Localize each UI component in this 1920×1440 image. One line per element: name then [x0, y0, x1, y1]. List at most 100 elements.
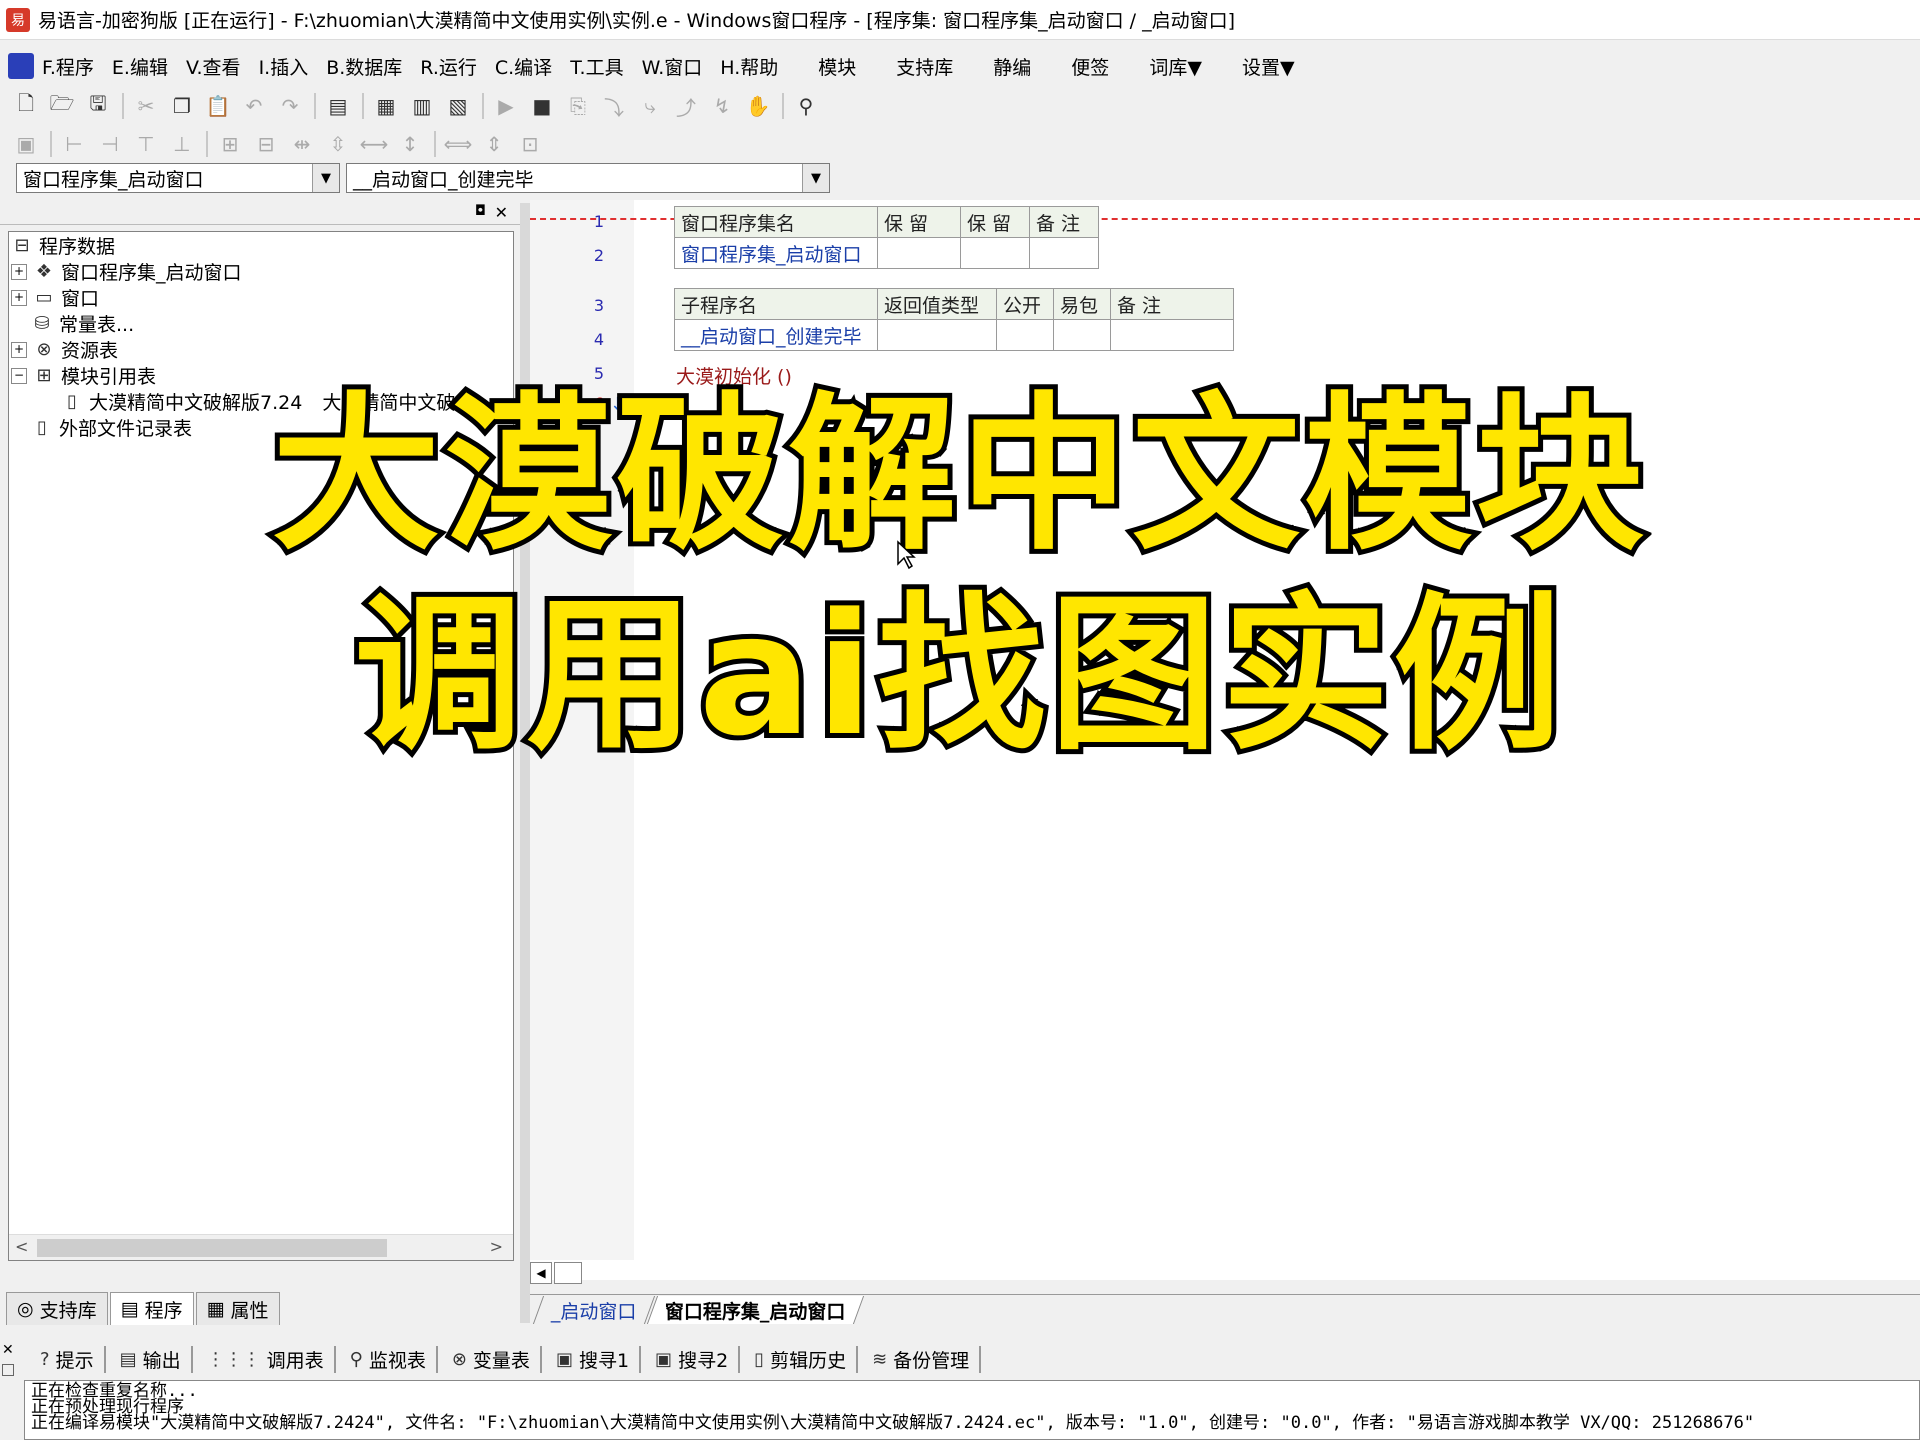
tab-variables[interactable]: ⊗ 变量表 [452, 1345, 542, 1373]
menu-settings[interactable]: 设置▼ [1240, 49, 1297, 84]
space-v-icon[interactable]: ↕ [396, 130, 424, 158]
save-icon[interactable]: 🖫 [84, 91, 112, 120]
scrollbar-thumb[interactable] [554, 1262, 582, 1284]
constants-icon: ⛁ [34, 313, 50, 334]
tree-item-constants[interactable]: ⛁ 常量表... [31, 310, 134, 337]
menu-static[interactable]: 静编 [991, 49, 1033, 84]
table-cell[interactable] [960, 237, 1030, 269]
menu-database[interactable]: B.数据库 [324, 49, 404, 84]
tab-output[interactable]: ▤ 输出 [120, 1345, 193, 1373]
undo-icon[interactable]: ↶ [240, 92, 268, 120]
paste-icon[interactable]: 📋 [204, 92, 232, 120]
tree-item-window[interactable]: + ▭ 窗口 [11, 284, 99, 311]
menu-program[interactable]: F.程序 [40, 49, 96, 84]
table-cell[interactable] [996, 319, 1054, 351]
tree-root[interactable]: ⊟ 程序数据 [11, 232, 115, 259]
layout-1-icon[interactable]: ▦ [372, 92, 400, 120]
tab-watch[interactable]: ⚲ 监视表 [350, 1345, 438, 1373]
table-row[interactable]: 窗口程序集_启动窗口 [674, 237, 1099, 269]
scrollbar-thumb[interactable] [37, 1239, 387, 1257]
align-right-icon[interactable]: ⊣ [96, 130, 124, 158]
center-v-icon[interactable]: ⊟ [252, 130, 280, 158]
binoculars-icon[interactable]: ⚲ [792, 92, 820, 120]
expand-icon[interactable]: + [11, 263, 27, 280]
step-out-icon[interactable]: ⤴ [672, 92, 700, 120]
run-icon[interactable]: ▶ [492, 92, 520, 120]
table-cell[interactable] [877, 319, 997, 351]
cut-icon[interactable]: ✂ [132, 92, 160, 120]
tree-item-resources[interactable]: + ⊗ 资源表 [11, 336, 118, 363]
pin-icon[interactable]: ◘ [475, 203, 486, 219]
assembly-select[interactable]: 窗口程序集_启动窗口 ▼ [16, 163, 340, 193]
menu-compile[interactable]: C.编译 [493, 49, 554, 84]
tab-search-2[interactable]: ▣ 搜寻2 [655, 1345, 741, 1373]
menu-run[interactable]: R.运行 [418, 49, 479, 84]
table-cell[interactable] [877, 237, 961, 269]
chevron-down-icon[interactable]: ▼ [802, 164, 829, 192]
expand-icon[interactable]: + [11, 289, 27, 306]
horizontal-scrollbar[interactable]: < > [9, 1234, 513, 1260]
app-icon: 易 [6, 7, 30, 32]
copy-icon[interactable]: ❐ [168, 92, 196, 120]
align-left-icon[interactable]: ⊢ [60, 130, 88, 158]
align-grid-icon[interactable]: ▣ [12, 130, 40, 158]
space-h-icon[interactable]: ⟷ [360, 130, 389, 158]
scroll-left-icon[interactable]: ◀ [530, 1262, 552, 1284]
table-row[interactable]: __启动窗口_创建完毕 [674, 319, 1234, 351]
tab-properties[interactable]: ▦ 属性 [195, 1292, 280, 1325]
layout-3-icon[interactable]: ▧ [444, 92, 472, 120]
layout-2-icon[interactable]: ▥ [408, 92, 436, 120]
open-folder-icon[interactable]: 🗁 [48, 91, 76, 120]
hand-icon[interactable]: ✋ [744, 92, 772, 120]
tab-support-lib[interactable]: ◎ 支持库 [6, 1292, 108, 1325]
subroutine-select[interactable]: __启动窗口_创建完毕 ▼ [346, 163, 830, 193]
size-height-icon[interactable]: ⇕ [480, 130, 508, 158]
table-cell[interactable] [1053, 319, 1111, 351]
step-1-icon[interactable]: ⎘ [564, 92, 592, 120]
menu-edit[interactable]: E.编辑 [110, 49, 170, 84]
run-to-cursor-icon[interactable]: ↯ [708, 92, 736, 120]
align-bottom-icon[interactable]: ⊥ [168, 130, 196, 158]
menu-notes[interactable]: 便签 [1069, 49, 1111, 84]
size-width-icon[interactable]: ⟺ [444, 130, 473, 158]
tab-call-stack[interactable]: ⋮⋮⋮ 调用表 [207, 1345, 336, 1373]
menu-dictionary[interactable]: 词库▼ [1147, 49, 1204, 84]
menu-help[interactable]: H.帮助 [718, 49, 780, 84]
scroll-left-icon[interactable]: < [15, 1237, 28, 1256]
table-cell[interactable] [1110, 319, 1234, 351]
size-both-icon[interactable]: ⊡ [516, 130, 544, 158]
table-cell[interactable] [1029, 237, 1099, 269]
align-top-icon[interactable]: ⊤ [132, 130, 160, 158]
menu-insert[interactable]: I.插入 [257, 49, 311, 84]
scroll-right-icon[interactable]: > [490, 1237, 503, 1256]
tab-clip-history[interactable]: ▯ 剪辑历史 [754, 1345, 859, 1373]
menu-support-lib[interactable]: 支持库 [894, 49, 955, 84]
editor-scrollbar[interactable]: ◀ [530, 1262, 1920, 1284]
table-cell[interactable]: 窗口程序集_启动窗口 [674, 237, 878, 269]
tree-item-assembly[interactable]: + ❖ 窗口程序集_启动窗口 [11, 258, 242, 285]
tab-assembly[interactable]: 窗口程序集_启动窗口 [646, 1295, 864, 1324]
tab-search-1[interactable]: ▣ 搜寻1 [556, 1345, 642, 1373]
menu-view[interactable]: V.查看 [184, 49, 243, 84]
close-icon[interactable]: ✕ [495, 203, 508, 222]
redo-icon[interactable]: ↷ [276, 92, 304, 120]
find-icon[interactable]: ▤ [324, 92, 352, 120]
tab-start-window[interactable]: _启动窗口 [532, 1295, 655, 1324]
tab-backup[interactable]: ≋ 备份管理 [872, 1345, 982, 1373]
output-pane[interactable]: 正在检查重复名称... 正在预处理现行程序 正在编译易模块"大漠精简中文破解版7… [24, 1380, 1920, 1440]
step-over-icon[interactable]: ⤷ [636, 92, 664, 120]
new-file-icon[interactable]: 🗋 [12, 91, 40, 120]
table-cell[interactable]: __启动窗口_创建完毕 [674, 319, 878, 351]
tab-program[interactable]: ▤ 程序 [109, 1292, 194, 1325]
chevron-down-icon[interactable]: ▼ [312, 164, 339, 192]
tab-hint[interactable]: ? 提示 [40, 1345, 106, 1373]
step-into-icon[interactable]: ⤵ [600, 92, 628, 120]
menu-tools[interactable]: T.工具 [568, 49, 625, 84]
center-h-icon[interactable]: ⊞ [216, 130, 244, 158]
stop-icon[interactable]: ■ [528, 92, 556, 120]
expand-icon[interactable]: + [11, 341, 27, 358]
same-width-icon[interactable]: ⇹ [288, 130, 316, 158]
menu-module[interactable]: 模块 [816, 49, 858, 84]
same-height-icon[interactable]: ⇳ [324, 130, 352, 158]
menu-window[interactable]: W.窗口 [640, 49, 705, 84]
